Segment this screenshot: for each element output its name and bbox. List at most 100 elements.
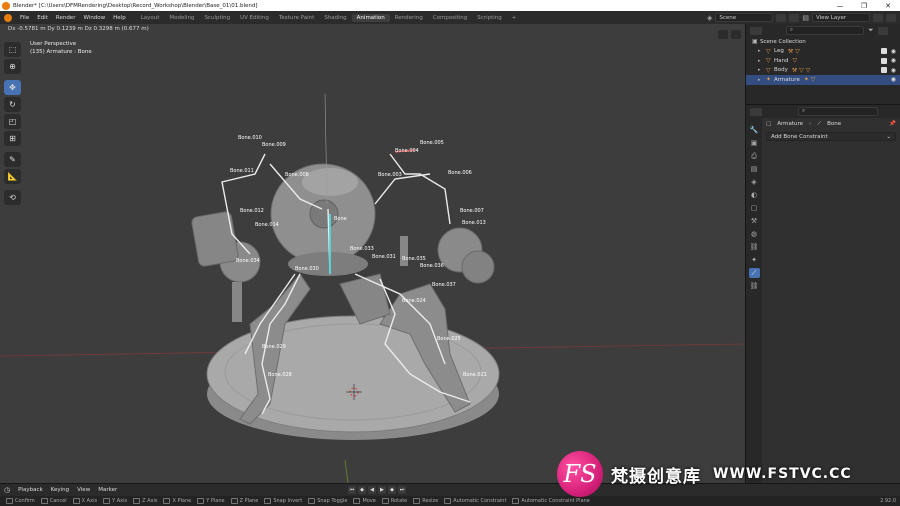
watermark: FS 梵摄创意库 WWW.FSTVC.CC [557, 451, 852, 497]
viewport-shading-icon[interactable] [718, 30, 728, 39]
scene-collection-row[interactable]: ▣ Scene Collection [746, 37, 900, 47]
transform-delta: Dx -0.5781 m Dy 0.1239 m Dz 0.3298 m (0.… [8, 26, 149, 32]
tool-tab-icon[interactable]: 🔧 [750, 125, 759, 135]
armature-data-tab-icon[interactable]: ✦ [751, 255, 757, 265]
output-tab-icon[interactable]: ⎙ [751, 151, 757, 161]
menu-window[interactable]: Window [79, 15, 109, 21]
world-tab-icon[interactable]: ◐ [751, 190, 757, 200]
outliner-item-label: Body [774, 67, 788, 74]
annotate-tool[interactable]: ✎ [4, 152, 21, 167]
view-layer-selector[interactable]: View Layer [812, 13, 870, 22]
timeline-menu-marker[interactable]: Marker [98, 487, 117, 493]
bone-label: Bone.021 [463, 372, 487, 378]
modifier-tab-icon[interactable]: ⚒ [751, 216, 757, 226]
add-bone-constraint-button[interactable]: Add Bone Constraint ⌄ [766, 132, 896, 141]
timeline-editor-icon[interactable]: ◷ [4, 486, 10, 494]
bone-roll-tool[interactable]: ⟲ [4, 190, 21, 205]
view-layer-tab-icon[interactable]: ▤ [751, 164, 758, 174]
constraint-tab-icon[interactable]: ⛓ [750, 242, 759, 252]
chevron-right-icon[interactable]: ▸ [758, 67, 766, 73]
scene-tab-icon[interactable]: ◈ [751, 177, 756, 187]
tab-compositing[interactable]: Compositing [428, 14, 472, 22]
bone-label: Bone.005 [420, 140, 444, 146]
y-axis-line [344, 459, 349, 483]
minimize-button[interactable]: — [828, 2, 852, 10]
outliner-row-body[interactable]: ▸ ▽ Body ⚒ ▽ ▽ ◉ [746, 66, 900, 76]
cursor-tool[interactable]: ⊕ [4, 59, 21, 74]
tab-modeling[interactable]: Modeling [164, 14, 199, 22]
tool-shelf: ⬚ ⊕ ✥ ↻ ◰ ⊞ ✎ 📐 ⟲ [4, 42, 22, 205]
search-icon: ⌕ [802, 108, 806, 114]
pin-icon[interactable]: 📌 [889, 121, 896, 127]
outliner-editor-icon[interactable] [750, 26, 762, 35]
jump-end-button[interactable]: ⏭ [398, 486, 406, 494]
eye-icon[interactable]: ◉ [891, 48, 896, 55]
next-keyframe-button[interactable]: ◆ [388, 486, 396, 494]
visibility-checkbox[interactable] [881, 57, 887, 64]
timeline-menu-view[interactable]: View [77, 487, 90, 493]
visibility-checkbox[interactable] [881, 48, 887, 55]
outliner-row-leg[interactable]: ▸ ▽ Leg ⚒ ▽ ◉ [746, 47, 900, 57]
eye-icon[interactable]: ◉ [891, 76, 896, 83]
menu-render[interactable]: Render [52, 15, 80, 21]
viewport-header-icons [718, 30, 741, 39]
tab-texture-paint[interactable]: Texture Paint [274, 14, 320, 22]
overlay-icon[interactable] [731, 30, 741, 39]
filter-icon[interactable]: ⏷ [868, 26, 874, 35]
tab-animation[interactable]: Animation [351, 13, 390, 22]
tab-scripting[interactable]: Scripting [472, 14, 506, 22]
measure-tool[interactable]: 📐 [4, 169, 21, 184]
move-tool[interactable]: ✥ [4, 80, 21, 95]
tab-layout[interactable]: Layout [136, 14, 165, 22]
properties-editor-icon[interactable] [750, 107, 762, 116]
timeline-menu-keying[interactable]: Keying [51, 487, 69, 493]
tab-sculpting[interactable]: Sculpting [199, 14, 235, 22]
physics-tab-icon[interactable]: ◍ [751, 229, 757, 239]
object-tab-icon[interactable]: ▢ [751, 203, 758, 213]
scale-tool[interactable]: ◰ [4, 114, 21, 129]
outliner-row-armature[interactable]: ▸ ✦ Armature ✦ ▽ ◉ [746, 75, 900, 85]
3d-viewport[interactable]: Bone.009 Bone.010 Bone.005 Bone.004 Bone.011… [0, 24, 745, 483]
timeline-menu-playback[interactable]: Playback [18, 487, 43, 493]
close-button[interactable]: ✕ [876, 2, 900, 10]
chevron-right-icon[interactable]: ▸ [758, 48, 766, 54]
properties-panel: ⌕ 🔧 ▣ ⎙ ▤ ◈ ◐ ▢ ⚒ ◍ ⛓ ✦ ⟋ ⛓ ▢ Armature ›… [745, 104, 900, 483]
new-scene-icon[interactable] [776, 13, 787, 22]
transform-tool[interactable]: ⊞ [4, 131, 21, 146]
new-view-layer-icon[interactable] [873, 13, 883, 22]
play-reverse-button[interactable]: ◀ [368, 486, 376, 494]
blender-menu-icon[interactable] [4, 13, 12, 22]
delete-view-layer-icon[interactable] [886, 13, 896, 22]
outliner-row-hand[interactable]: ▸ ▽ Hand ▽ ◉ [746, 56, 900, 66]
prev-keyframe-button[interactable]: ◆ [358, 486, 366, 494]
menu-help[interactable]: Help [109, 15, 130, 21]
rotate-tool[interactable]: ↻ [4, 97, 21, 112]
eye-icon[interactable]: ◉ [891, 57, 896, 64]
menu-edit[interactable]: Edit [33, 15, 52, 21]
scene-selector[interactable]: Scene [715, 13, 774, 22]
visibility-checkbox[interactable] [881, 67, 887, 74]
status-x-plane: X Plane [163, 498, 191, 504]
bone-constraint-tab-icon[interactable]: ⛓ [750, 281, 759, 291]
add-workspace-button[interactable]: + [507, 14, 522, 22]
maximize-button[interactable]: ❐ [852, 2, 876, 10]
bone-tab-icon[interactable]: ⟋ [748, 268, 760, 278]
viewport-scene[interactable]: Bone.009Bone.010 Bone.005Bone.004 Bone.011… [0, 24, 745, 483]
properties-search-input[interactable]: ⌕ [798, 107, 878, 116]
chevron-right-icon[interactable]: ▸ [758, 77, 766, 83]
bone-label: Bone.003 [378, 172, 402, 178]
tab-uv-editing[interactable]: UV Editing [235, 14, 274, 22]
window-titlebar: Blender* [C:\Users\DFMRendering\Desktop\… [0, 0, 900, 11]
jump-start-button[interactable]: ⏮ [348, 486, 356, 494]
new-collection-icon[interactable] [877, 26, 888, 35]
outliner-search-input[interactable]: ⌕ [786, 26, 864, 35]
play-button[interactable]: ▶ [378, 486, 386, 494]
chevron-right-icon[interactable]: ▸ [758, 58, 766, 64]
eye-icon[interactable]: ◉ [891, 67, 896, 74]
render-tab-icon[interactable]: ▣ [751, 138, 758, 148]
menu-file[interactable]: File [16, 15, 33, 21]
tab-rendering[interactable]: Rendering [390, 14, 428, 22]
select-box-tool[interactable]: ⬚ [4, 42, 21, 57]
tab-shading[interactable]: Shading [319, 14, 351, 22]
delete-scene-icon[interactable] [789, 13, 800, 22]
